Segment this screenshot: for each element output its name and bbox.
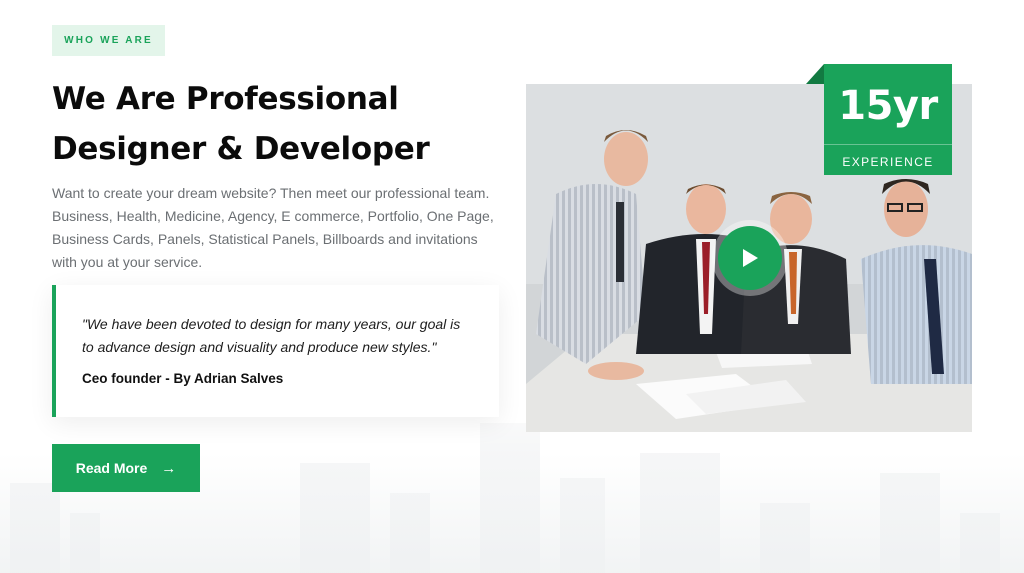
section-tag: WHO WE ARE [52, 25, 165, 56]
read-more-button[interactable]: Read More → [52, 444, 200, 492]
quote-author: Ceo founder - By Adrian Salves [82, 371, 284, 386]
read-more-label: Read More [75, 460, 148, 476]
arrow-right-icon: → [161, 459, 177, 477]
page-title: We Are Professional Designer & Developer [52, 74, 492, 174]
quote-text: "We have been devoted to design for many… [82, 316, 461, 355]
title-line-2: Designer & Developer [52, 131, 430, 167]
quote-card: "We have been devoted to design for many… [52, 285, 499, 417]
badge-fold [806, 64, 824, 84]
play-icon [718, 226, 782, 290]
experience-years: 15yr [838, 83, 938, 129]
experience-label: EXPERIENCE [842, 155, 934, 169]
play-video-button[interactable] [712, 220, 788, 296]
title-line-1: We Are Professional [52, 81, 399, 117]
experience-badge: 15yr EXPERIENCE [824, 64, 952, 175]
intro-paragraph: Want to create your dream website? Then … [52, 185, 494, 270]
